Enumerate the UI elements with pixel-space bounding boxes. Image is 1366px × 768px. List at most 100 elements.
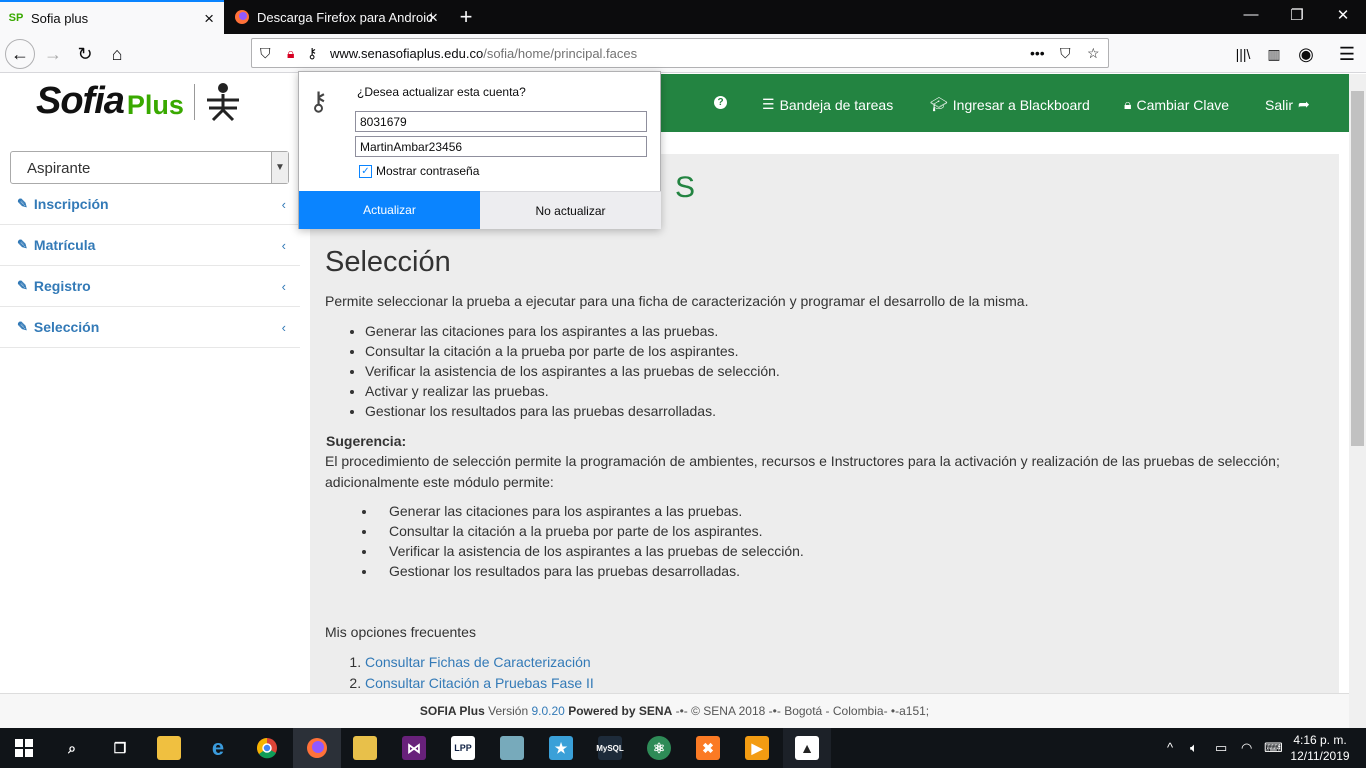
url-text[interactable]: www.senasofiaplus.edu.co/sofia/home/prin…	[330, 46, 637, 61]
inbox-label: Bandeja de tareas	[779, 96, 894, 113]
frequent-link-citacion[interactable]: Consultar Citación a Pruebas Fase II	[365, 675, 594, 691]
chevron-down-icon[interactable]: ▼	[271, 152, 288, 183]
logo-sofia-text: Sofia	[36, 80, 125, 122]
feature-list: Generar las citaciones para los aspirant…	[365, 321, 780, 421]
visual-studio-icon[interactable]: ⋈	[402, 736, 426, 760]
keyboard-icon[interactable]: ⌨	[1264, 740, 1283, 756]
home-icon[interactable]: ⌂	[102, 39, 132, 69]
search-icon[interactable]: ⌕	[60, 736, 84, 760]
checkbox-checked-icon[interactable]: ✓	[359, 164, 372, 178]
task-view-icon[interactable]: ❐	[108, 736, 132, 760]
edit-icon: ✎	[17, 196, 28, 211]
chevron-left-icon: ‹	[281, 278, 286, 294]
firefox-taskbar-icon[interactable]	[305, 736, 329, 760]
edit-icon: ✎	[17, 237, 28, 252]
footer-version-label: Versión	[488, 704, 529, 718]
intro-text: Permite seleccionar la prueba a ejecutar…	[325, 293, 1029, 309]
url-path: /sofia/home/principal.faces	[483, 45, 638, 61]
blackboard-link[interactable]: 🎓︎ Ingresar a Blackboard	[930, 96, 1090, 113]
frequent-link-fichas[interactable]: Consultar Fichas de Caracterización	[365, 654, 591, 670]
chevron-left-icon: ‹	[281, 237, 286, 253]
tab-firefox-download[interactable]: Descarga Firefox para Android ×	[226, 0, 448, 34]
mysql-app-icon[interactable]: MySQL	[596, 736, 624, 760]
navigation-bar: ← → ↻ ⌂ ⛉ 🔒︎ ⚷ www.senasofiaplus.edu.co/…	[0, 34, 1366, 73]
web-page: Sofia Plus ? ☰ Bandeja de tareas 🎓︎ Ingr…	[0, 74, 1349, 728]
sidebar-item-inscripcion[interactable]: ✎ Inscripción ‹	[0, 184, 300, 225]
notes-app-icon[interactable]	[500, 736, 524, 760]
list-item: Gestionar los resultados para las prueba…	[365, 401, 780, 421]
lpp-app-icon[interactable]: LPP	[451, 736, 475, 760]
tab-label: Descarga Firefox para Android	[257, 9, 432, 25]
battery-icon[interactable]: ▭	[1215, 740, 1227, 756]
key-icon: ⚷	[309, 86, 329, 116]
close-window-icon[interactable]: ✕	[1328, 6, 1358, 24]
role-select[interactable]: Aspirante ▼	[10, 151, 289, 184]
tab-sofia-plus[interactable]: SP Sofia plus ×	[0, 0, 224, 34]
logout-link[interactable]: Salir ➦	[1265, 96, 1310, 113]
password-field[interactable]	[355, 136, 647, 157]
inbox-link[interactable]: ☰ Bandeja de tareas	[762, 96, 893, 113]
sidebar-item-registro[interactable]: ✎ Registro ‹	[0, 266, 300, 307]
scrollbar-thumb[interactable]	[1351, 91, 1364, 446]
list-item: Generar las citaciones para los aspirant…	[377, 501, 804, 521]
close-tab-icon[interactable]: ×	[428, 9, 438, 26]
pocket-icon[interactable]: ⛉	[1060, 45, 1071, 62]
windows-taskbar: ⌕ ❐ e ⋈ LPP ★ MySQL ⚛ ✖ ▶ ▲ ^ 🔈︎ ▭ ◠ ⌨ 4…	[0, 728, 1366, 768]
key-icon[interactable]: ⚷	[307, 45, 317, 62]
photos-icon[interactable]: ▲	[795, 736, 819, 760]
role-select-value: Aspirante	[27, 160, 91, 177]
no-update-button[interactable]: No actualizar	[480, 191, 661, 229]
library-icon[interactable]: |||\	[1228, 39, 1258, 69]
chrome-icon[interactable]	[255, 736, 279, 760]
wifi-icon[interactable]: ◠	[1241, 740, 1252, 756]
xampp-icon[interactable]: ✖	[696, 736, 720, 760]
restore-icon[interactable]: ❐	[1282, 6, 1312, 24]
forward-icon[interactable]: →	[38, 39, 68, 69]
more-actions-icon[interactable]: •••	[1030, 45, 1045, 61]
sidebar-item-seleccion[interactable]: ✎ Selección ‹	[0, 307, 300, 348]
sidebar-toggle-icon[interactable]: ▥	[1259, 39, 1289, 69]
suggestion-text: El procedimiento de selección permite la…	[325, 453, 1280, 490]
volume-muted-icon[interactable]: 🔈︎	[1190, 740, 1198, 756]
suggestion-label: Sugerencia:	[326, 433, 407, 449]
back-icon[interactable]: ←	[5, 39, 35, 69]
file-explorer-icon[interactable]	[157, 736, 181, 760]
menu-icon[interactable]: ☰	[1332, 39, 1362, 69]
sidebar-item-matricula[interactable]: ✎ Matrícula ‹	[0, 225, 300, 266]
account-icon[interactable]: ◉	[1291, 39, 1321, 69]
sofia-plus-logo[interactable]: Sofia Plus	[36, 80, 243, 123]
url-bar[interactable]: ⛉ 🔒︎ ⚷ www.senasofiaplus.edu.co/sofia/ho…	[251, 38, 1109, 68]
new-tab-icon[interactable]: +	[454, 4, 478, 30]
page-scrollbar[interactable]	[1349, 74, 1366, 728]
bookmark-star-icon[interactable]: ☆	[1087, 45, 1100, 62]
media-player-icon[interactable]: ▶	[745, 736, 769, 760]
tools-app-icon[interactable]	[353, 736, 377, 760]
footer: SOFIA Plus Versión 9.0.20 Powered by SEN…	[0, 693, 1349, 728]
atom-app-icon[interactable]: ⚛	[647, 736, 671, 760]
list-item: Verificar la asistencia de los aspirante…	[365, 361, 780, 381]
change-password-link[interactable]: 🔒︎ Cambiar Clave	[1124, 96, 1229, 113]
footer-version: 9.0.20	[531, 704, 565, 718]
logo-divider	[193, 83, 195, 120]
tab-label: Sofia plus	[31, 10, 89, 26]
popup-question: ¿Desea actualizar esta cuenta?	[357, 85, 526, 99]
star-app-icon[interactable]: ★	[549, 736, 573, 760]
graduation-cap-icon: 🎓︎	[930, 96, 948, 112]
update-button[interactable]: Actualizar	[299, 191, 480, 229]
clock-time: 4:16 p. m.	[1293, 733, 1347, 747]
close-tab-icon[interactable]: ×	[204, 10, 214, 27]
reload-icon[interactable]: ↻	[70, 39, 100, 69]
username-field[interactable]	[355, 111, 647, 132]
windows-start-icon[interactable]	[12, 736, 36, 760]
blackboard-label: Ingresar a Blackboard	[952, 96, 1090, 113]
show-password-checkbox[interactable]: ✓ Mostrar contraseña	[359, 164, 479, 178]
edge-icon[interactable]: e	[206, 735, 230, 760]
chevron-up-icon[interactable]: ^	[1167, 740, 1173, 755]
module-list: Generar las citaciones para los aspirant…	[377, 501, 804, 581]
minimize-icon[interactable]: —	[1236, 6, 1266, 23]
partial-heading: S	[675, 171, 696, 204]
insecure-lock-icon[interactable]: 🔒︎	[287, 45, 294, 62]
taskbar-clock[interactable]: 4:16 p. m. 12/11/2019	[1285, 732, 1355, 764]
help-link[interactable]: ?	[714, 96, 727, 109]
shield-icon[interactable]: ⛉	[260, 45, 271, 62]
